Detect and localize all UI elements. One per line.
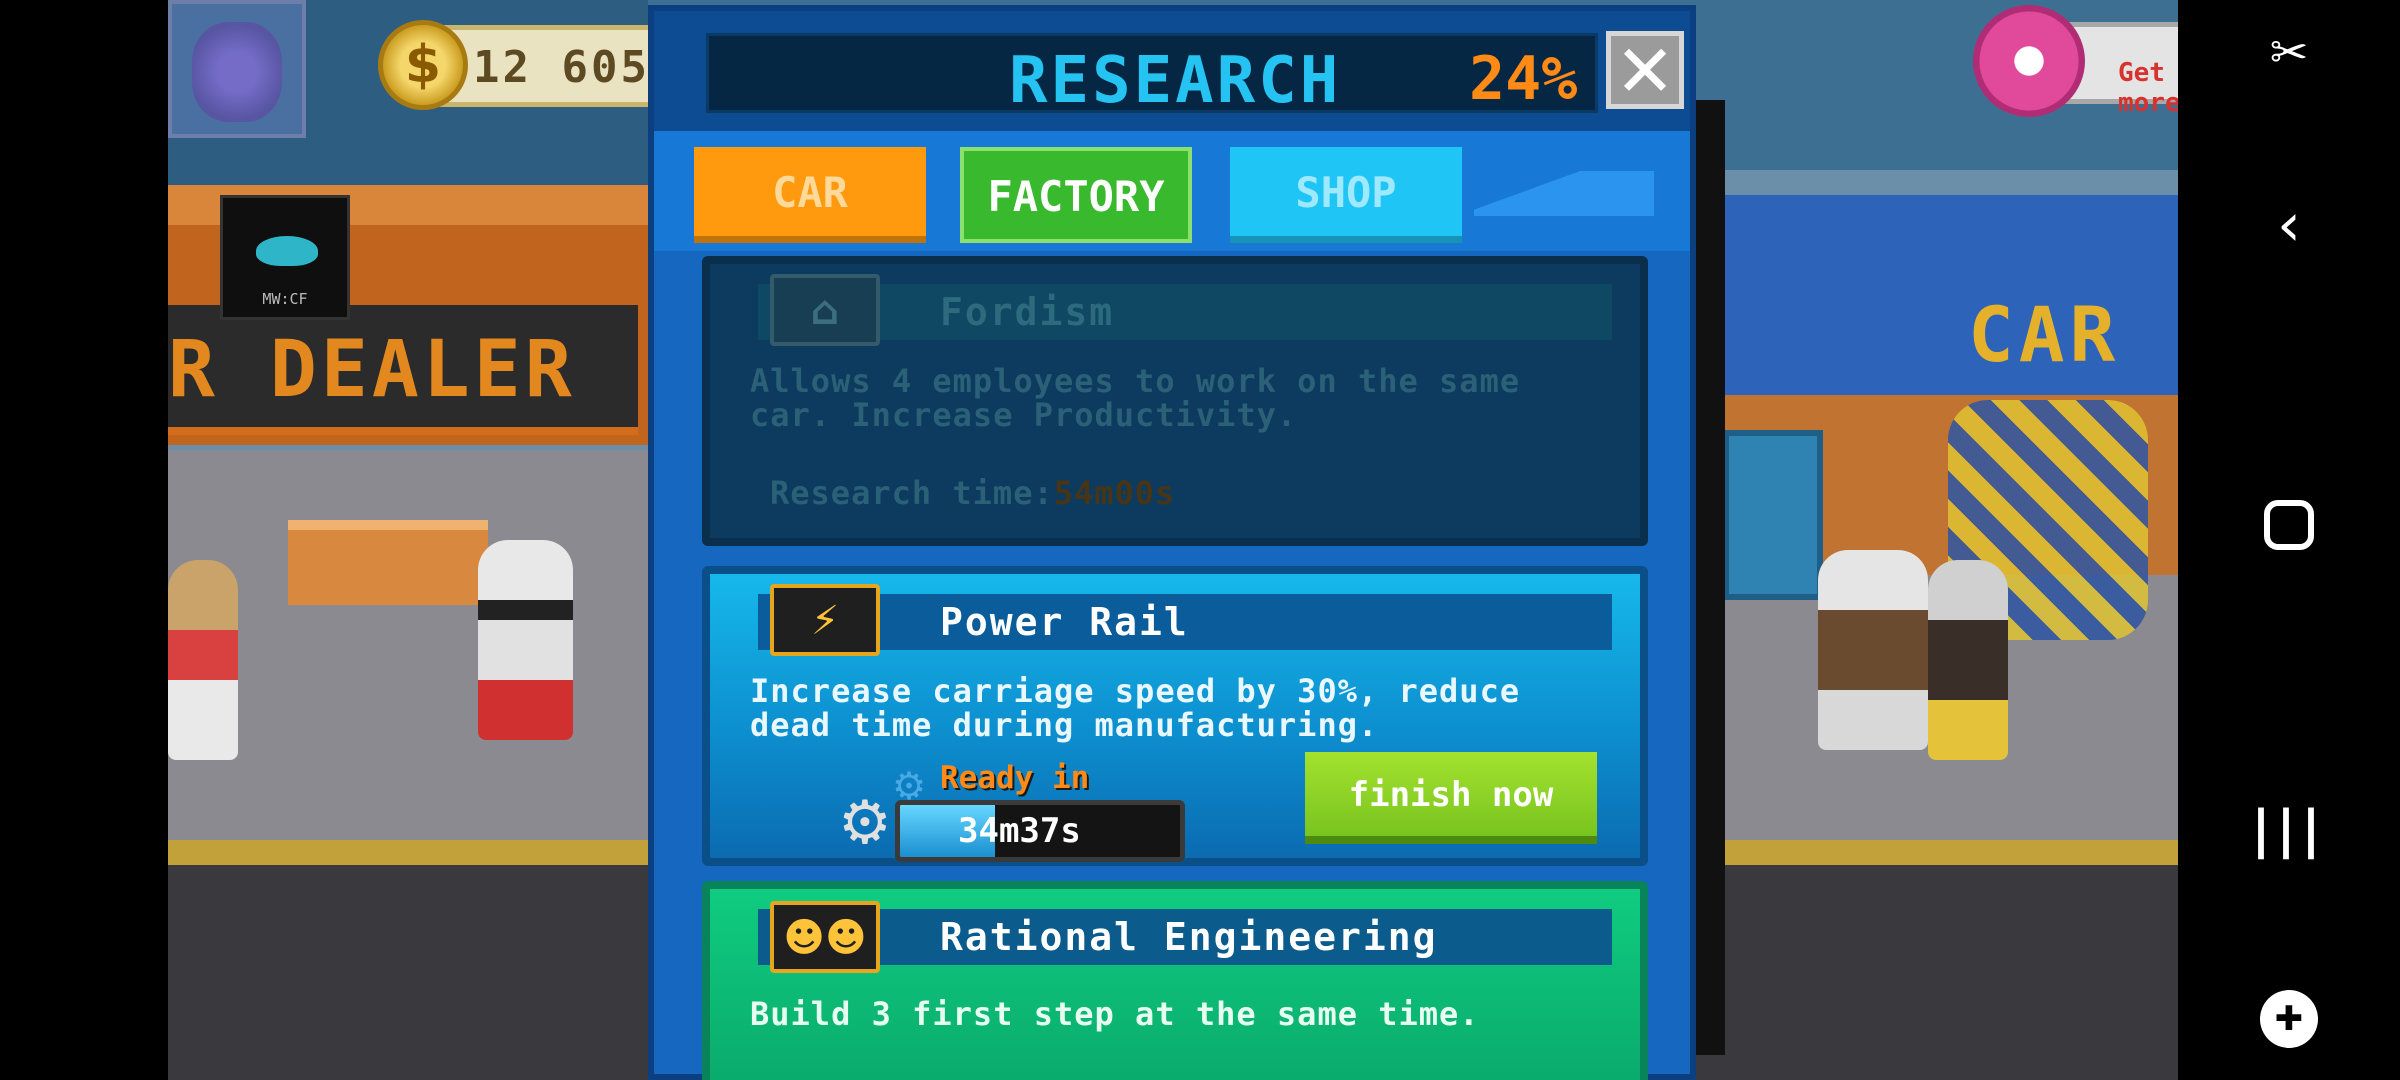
avatar-image bbox=[192, 22, 282, 122]
card-namebar bbox=[758, 284, 1612, 340]
donut-icon bbox=[1973, 5, 2085, 117]
tab-bar-ribbon bbox=[1474, 171, 1654, 216]
tab-factory[interactable]: FACTORY bbox=[960, 147, 1192, 243]
npc-worker bbox=[478, 540, 573, 740]
title-bar: RESEARCH 24% bbox=[706, 33, 1598, 118]
workers-icon: ☻☻ bbox=[770, 901, 880, 973]
ready-in-label: Ready in bbox=[940, 760, 1090, 796]
dealer-sign-text: R DEALER bbox=[168, 325, 576, 415]
vending-machine bbox=[1723, 430, 1823, 600]
npc-customer bbox=[168, 560, 238, 760]
player-avatar[interactable] bbox=[168, 0, 306, 138]
card-title: Power Rail bbox=[940, 600, 1189, 644]
home-button[interactable] bbox=[2178, 500, 2400, 554]
home-icon bbox=[2264, 500, 2314, 550]
employees-icon: ⌂ bbox=[770, 274, 880, 346]
android-nav-bar: ✂ ‹ ||| ✚ bbox=[2178, 0, 2400, 1080]
back-button[interactable]: ‹ bbox=[2178, 190, 2400, 260]
coin-balance: 12 605 bbox=[473, 42, 650, 93]
small-gear-icon: ⚙ bbox=[892, 764, 927, 808]
coin-icon: $ bbox=[378, 20, 468, 110]
npc-visitor bbox=[1928, 560, 2008, 760]
card-description: Allows 4 employees to work on the same c… bbox=[750, 362, 1521, 434]
ufo-poster-label: MW:CF bbox=[262, 290, 308, 308]
research-progress-percent: 24% bbox=[1469, 44, 1578, 114]
research-time-value: 54m00s bbox=[1053, 474, 1176, 512]
screen-capture-icon[interactable]: ✂ bbox=[2178, 25, 2400, 79]
research-modal: RESEARCH 24% ✕ CAR FACTORY SHOP ⌂ Fordis… bbox=[648, 5, 1696, 1080]
ufo-icon bbox=[256, 236, 318, 266]
gamepad-icon: ✚ bbox=[2260, 990, 2318, 1048]
game-tools-button[interactable]: ✚ bbox=[2178, 990, 2400, 1048]
ufo-poster: MW:CF bbox=[220, 195, 350, 320]
close-button[interactable]: ✕ bbox=[1606, 31, 1684, 109]
time-remaining: 34m37s bbox=[958, 811, 1081, 851]
get-more-label[interactable]: Get more bbox=[2118, 58, 2178, 118]
research-card-fordism[interactable]: ⌂ Fordism Allows 4 employees to work on … bbox=[702, 256, 1648, 546]
tab-bar: CAR FACTORY SHOP bbox=[654, 131, 1690, 251]
car-shop-sign-text: CAR bbox=[1968, 290, 2121, 379]
tab-car[interactable]: CAR bbox=[694, 147, 926, 243]
card-title: Fordism bbox=[940, 290, 1115, 334]
tab-shop[interactable]: SHOP bbox=[1230, 147, 1462, 243]
research-time: Research time:54m00s bbox=[770, 474, 1175, 512]
gear-icon: ⚙ bbox=[838, 788, 892, 858]
recents-button[interactable]: ||| bbox=[2178, 800, 2400, 860]
modal-header: RESEARCH 24% ✕ bbox=[654, 11, 1690, 131]
card-description: Build 3 first step at the same time. bbox=[750, 995, 1480, 1033]
research-card-rational-engineering[interactable]: ☻☻ Rational Engineering Build 3 first st… bbox=[702, 881, 1648, 1080]
research-card-power-rail[interactable]: ⚡ Power Rail Increase carriage speed by … bbox=[702, 566, 1648, 866]
dealer-counter bbox=[288, 520, 488, 605]
npc-mechanic bbox=[1818, 550, 1928, 750]
card-title: Rational Engineering bbox=[940, 915, 1438, 959]
modal-title: RESEARCH bbox=[1009, 44, 1342, 118]
research-time-label: Research time: bbox=[770, 474, 1054, 512]
research-progress-bar: 34m37s bbox=[895, 800, 1185, 862]
power-rail-icon: ⚡ bbox=[770, 584, 880, 656]
card-description: Increase carriage speed by 30%, reduce d… bbox=[750, 672, 1521, 744]
finish-now-button[interactable]: finish now bbox=[1305, 752, 1597, 844]
